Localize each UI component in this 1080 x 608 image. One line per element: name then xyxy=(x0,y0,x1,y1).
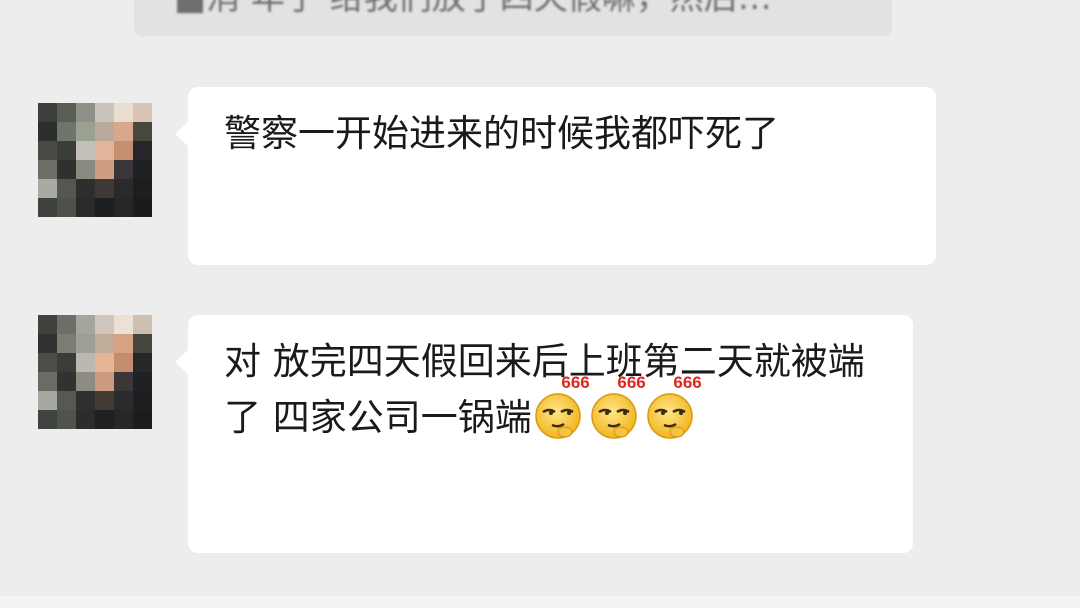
message-text: 警察一开始进来的时候我都吓死了 xyxy=(224,112,779,155)
smirk-666-emoji: 666 xyxy=(588,374,646,440)
quoted-message-text: ■消 年了 给我们放了四天假嘛，然后… xyxy=(174,0,772,18)
smirk-666-emoji: 666 xyxy=(532,374,590,440)
message-content: 对 放完四天假回来后上班第二天就被端了 四家公司一锅端 666 666 666 xyxy=(188,315,913,444)
emoji-666-label: 666 xyxy=(561,373,590,392)
avatar[interactable] xyxy=(38,315,152,429)
quoted-message[interactable]: ■消 年了 给我们放了四天假嘛，然后… xyxy=(134,0,892,36)
smirk-666-emoji: 666 xyxy=(644,374,702,440)
emoji-666-label: 666 xyxy=(617,373,646,392)
message-bubble[interactable]: 警察一开始进来的时候我都吓死了 xyxy=(175,87,936,265)
bottom-divider xyxy=(0,596,1080,608)
message-bubble[interactable]: 对 放完四天假回来后上班第二天就被端了 四家公司一锅端 666 666 666 xyxy=(175,315,913,553)
avatar[interactable] xyxy=(38,103,152,217)
emoji-666-label: 666 xyxy=(673,373,702,392)
